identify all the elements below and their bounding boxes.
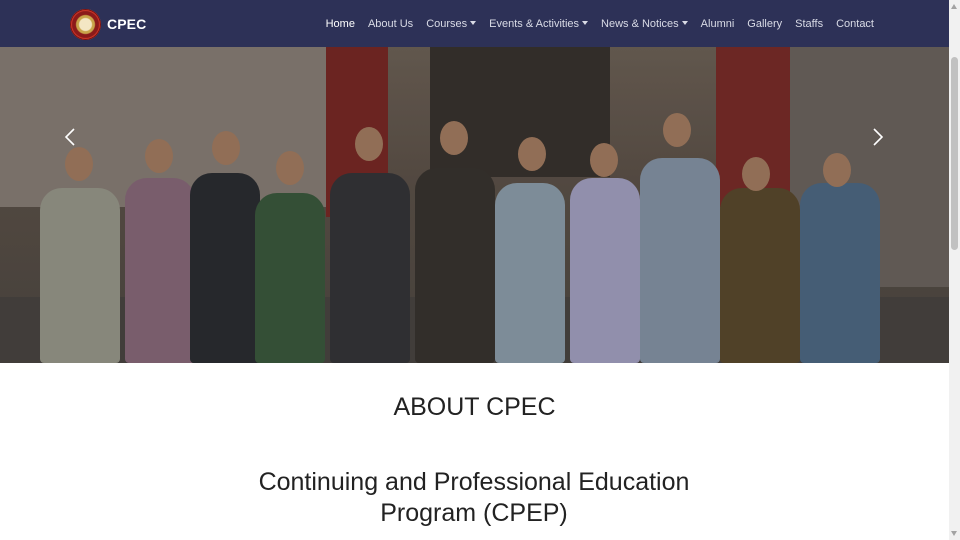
about-heading: ABOUT CPEC xyxy=(393,393,556,421)
nav-item-events-activities[interactable]: Events & Activities xyxy=(489,17,589,30)
nav-item-contact[interactable]: Contact xyxy=(836,18,874,30)
nav-item-gallery[interactable]: Gallery xyxy=(747,18,782,30)
nav-item-staffs[interactable]: Staffs xyxy=(795,18,823,30)
scroll-down-icon[interactable] xyxy=(951,531,957,536)
nav-item-about-us[interactable]: About Us xyxy=(368,18,413,30)
brand-name: CPEC xyxy=(107,16,147,32)
dropdown-caret-icon xyxy=(470,20,477,25)
page-scrollbar[interactable] xyxy=(949,0,960,540)
hero-carousel xyxy=(0,47,949,363)
chevron-right-icon xyxy=(873,128,884,146)
brand-link[interactable]: CPEC xyxy=(70,7,146,41)
dropdown-caret-icon xyxy=(681,20,688,25)
nav-menu: Home About Us Courses Events & Activitie… xyxy=(313,0,874,47)
dropdown-caret-icon xyxy=(582,20,589,25)
scrollbar-thumb[interactable] xyxy=(951,57,958,250)
top-navbar: CPEC Home About Us Courses Events & Acti… xyxy=(0,0,949,47)
nav-item-courses-label: Courses xyxy=(426,17,468,30)
nav-item-events-label: Events & Activities xyxy=(489,17,580,30)
nav-item-news-notices[interactable]: News & Notices xyxy=(601,18,688,30)
nav-item-alumni[interactable]: Alumni xyxy=(701,18,735,30)
cpec-emblem-icon xyxy=(70,8,101,40)
nav-item-home[interactable]: Home xyxy=(326,18,355,30)
program-title: Continuing and Professional Education Pr… xyxy=(258,468,690,527)
carousel-prev-button[interactable] xyxy=(58,125,82,149)
nav-item-courses[interactable]: Courses xyxy=(426,17,477,30)
carousel-slide-image xyxy=(0,47,949,363)
scroll-up-icon[interactable] xyxy=(951,4,957,9)
nav-item-news-label: News & Notices xyxy=(601,17,679,30)
carousel-next-button[interactable] xyxy=(866,125,890,149)
chevron-left-icon xyxy=(64,128,75,146)
